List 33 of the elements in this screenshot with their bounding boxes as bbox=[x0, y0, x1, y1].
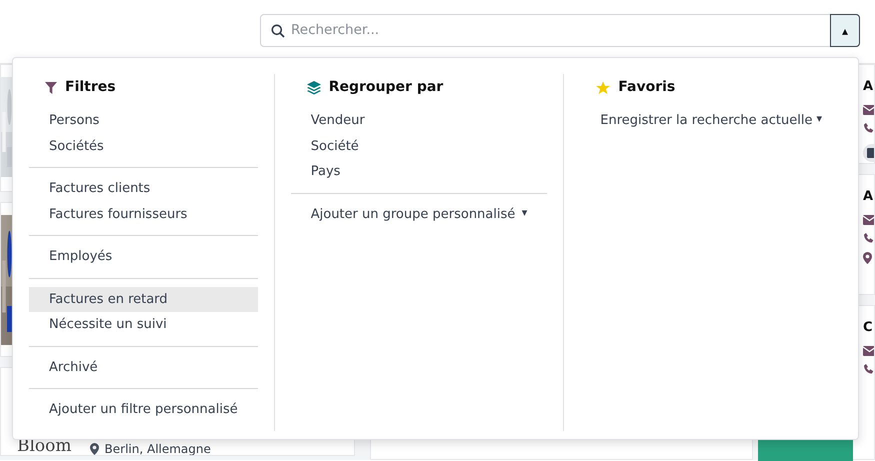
menu-item[interactable]: Pays bbox=[290, 159, 548, 184]
dropdown-item[interactable]: Ajouter un groupe personnalisé ▾ bbox=[290, 202, 548, 227]
toggle-button[interactable]: ▴ bbox=[830, 14, 860, 47]
menu-item[interactable]: Archivé bbox=[29, 354, 258, 380]
section-heading: Favoris bbox=[618, 78, 676, 97]
search-icon bbox=[271, 24, 285, 38]
menu-item[interactable]: Vendeur bbox=[290, 108, 548, 134]
caret-icon: ▾ bbox=[816, 111, 822, 130]
menu-item[interactable]: Factures en retard bbox=[29, 286, 258, 312]
section-heading: Filtres bbox=[65, 78, 116, 97]
phone-icon bbox=[863, 364, 874, 375]
layers-icon bbox=[306, 80, 321, 94]
menu-item[interactable]: Persons bbox=[29, 108, 258, 134]
contact-name: A bbox=[863, 188, 874, 206]
dropdown-item[interactable]: Enregistrer la recherche actuelle ▾ bbox=[580, 108, 842, 134]
menu-item[interactable]: Ajouter un filtre personnalisé bbox=[29, 397, 258, 422]
menu-item[interactable]: Employés bbox=[29, 244, 258, 270]
filter-icon bbox=[45, 82, 57, 94]
caret-icon: ▾ bbox=[522, 204, 528, 224]
clipboard-icon bbox=[867, 148, 874, 158]
menu-item[interactable]: Nécessite un suivi bbox=[29, 312, 258, 338]
menu-item[interactable]: Factures clients bbox=[29, 176, 258, 202]
section-heading: Regrouper par bbox=[328, 78, 444, 97]
search-field[interactable]: Rechercher... ▴ bbox=[260, 14, 860, 47]
phone-icon bbox=[863, 122, 874, 134]
menu-item[interactable]: Factures fournisseurs bbox=[29, 202, 258, 227]
contact-name: A bbox=[863, 78, 874, 96]
menu-item[interactable]: Société bbox=[290, 134, 548, 159]
contact-name: C bbox=[863, 319, 873, 338]
star-icon bbox=[596, 80, 610, 94]
envelope-icon bbox=[863, 346, 874, 356]
menu-item[interactable]: Sociétés bbox=[29, 134, 258, 159]
phone-icon bbox=[863, 232, 874, 244]
